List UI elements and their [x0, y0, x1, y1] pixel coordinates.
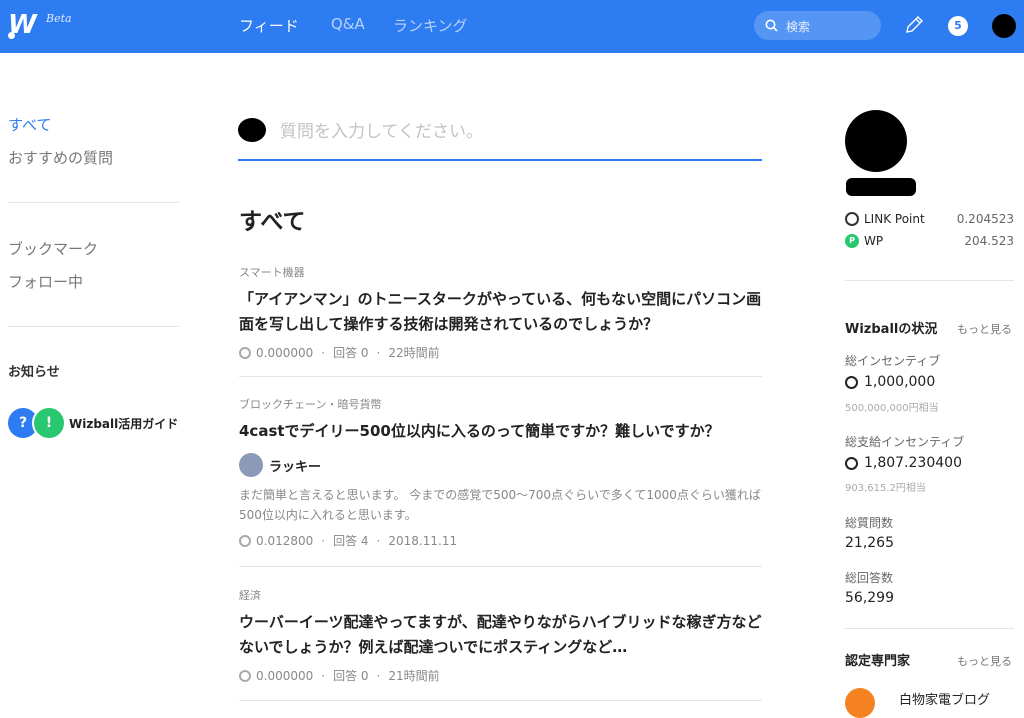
answers-value: 56,299 [845, 590, 894, 606]
coin-icon [845, 456, 858, 470]
list-item[interactable]: ブロックチェーン・暗号貨幣 4castでデイリー500位以内に入るのって簡単です… [239, 396, 762, 549]
answers-label: 総回答数 [845, 571, 894, 585]
nav-feed[interactable]: フィード [239, 15, 299, 36]
coin-icon [239, 669, 251, 682]
incentive-amount: 1,000,000 [864, 374, 936, 390]
post-title[interactable]: 4castでデイリー500位以内に入るのって簡単ですか？難しいですか？ [239, 419, 762, 444]
status-heading: Wizballの状況 [845, 322, 938, 337]
questions-value: 21,265 [845, 535, 894, 551]
post-time: 21時間前 [388, 669, 440, 683]
post-meta: 0.012800 · 回答 4 · 2018.11.11 [239, 532, 762, 549]
post-title[interactable]: ウーバーイーツ配達やってますが、配達やりながらハイブリッドな稼ぎ方などないでしょ… [239, 610, 762, 660]
right-divider [845, 280, 1014, 281]
sidebar-item-following[interactable]: フォロー中 [8, 271, 83, 292]
post-answers: 回答 0 [333, 669, 369, 683]
notice-heading: お知らせ [8, 365, 60, 380]
coin-icon [845, 375, 858, 389]
post-divider [239, 376, 762, 377]
wp-icon: P [845, 234, 859, 248]
coin-icon [239, 346, 251, 359]
sidebar-item-recommended[interactable]: おすすめの質問 [8, 147, 113, 168]
incentive-value: 1,000,000 [845, 374, 935, 390]
sidebar-item-all[interactable]: すべて [8, 114, 51, 135]
status-more-link[interactable]: もっと見る [957, 321, 1012, 337]
post-category[interactable]: 経済 [239, 587, 762, 603]
meta-separator: · [376, 533, 381, 548]
pencil-icon[interactable] [903, 14, 925, 36]
post-points: 0.012800 [256, 533, 314, 548]
wizball-logo[interactable]: W Beta [8, 10, 72, 40]
post-title[interactable]: 「アイアンマン」のトニースタークがやっている、何もない空間にパソコン画面を写し出… [239, 287, 762, 337]
question-box[interactable] [238, 112, 762, 161]
post-category[interactable]: ブロックチェーン・暗号貨幣 [239, 396, 762, 412]
post-time: 22時間前 [388, 346, 440, 360]
author-name: ラッキー [269, 459, 322, 475]
post-points: 0.000000 [256, 345, 314, 360]
search-box[interactable] [754, 11, 881, 40]
incentive-label: 総インセンティブ [845, 354, 941, 368]
incentive-sub: 500,000,000円相当 [845, 403, 939, 414]
questions-label: 総質問数 [845, 516, 894, 530]
logo-beta: Beta [46, 12, 72, 25]
meta-separator: · [321, 533, 326, 548]
paid-amount: 1,807.230400 [864, 455, 962, 471]
meta-separator: · [376, 668, 381, 683]
profile-name-redacted [846, 178, 916, 196]
post-divider [239, 700, 762, 701]
wp-label: WP [864, 234, 884, 248]
coin-icon [845, 212, 859, 226]
nav-ranking[interactable]: ランキング [393, 15, 468, 36]
user-avatar [238, 118, 266, 142]
expert-name[interactable]: 白物家電ブログ [899, 689, 990, 708]
link-point-value: 0.204523 [956, 212, 1014, 226]
exclamation-icon: ! [32, 406, 66, 440]
right-divider [845, 628, 1014, 629]
post-time: 2018.11.11 [388, 533, 458, 548]
nav-qa[interactable]: Q&A [331, 15, 365, 33]
post-category[interactable]: スマート機器 [239, 264, 762, 280]
post-answers: 回答 4 [333, 534, 369, 548]
top-bar: W Beta フィード Q&A ランキング 5 [0, 0, 1024, 53]
expert-avatar[interactable] [845, 688, 875, 718]
post-meta: 0.000000 · 回答 0 · 22時間前 [239, 344, 762, 361]
link-point-label: LINK Point [864, 212, 925, 226]
paid-sub: 903,615.2円相当 [845, 483, 926, 494]
experts-more-link[interactable]: もっと見る [957, 653, 1012, 669]
post-meta: 0.000000 · 回答 0 · 21時間前 [239, 667, 762, 684]
post-divider [239, 566, 762, 567]
meta-separator: · [376, 345, 381, 360]
paid-label: 総支給インセンティブ [845, 435, 965, 449]
user-avatar[interactable] [992, 14, 1016, 38]
sidebar-divider [8, 326, 179, 327]
list-item[interactable]: スマート機器 「アイアンマン」のトニースタークがやっている、何もない空間にパソコ… [239, 264, 762, 361]
profile-avatar[interactable] [845, 110, 907, 172]
question-input[interactable] [278, 118, 752, 146]
post-points: 0.000000 [256, 668, 314, 683]
meta-separator: · [321, 668, 326, 683]
sidebar-divider [8, 202, 179, 203]
post-answers: 回答 0 [333, 346, 369, 360]
guide-label: Wizball活用ガイド [69, 417, 179, 431]
answer-author[interactable]: ラッキー [239, 453, 762, 477]
wp-row: P WP 204.523 [845, 234, 1014, 250]
link-point-row: LINK Point 0.204523 [845, 212, 1014, 228]
sidebar-item-bookmarks[interactable]: ブックマーク [8, 238, 98, 259]
experts-heading: 認定専門家 [845, 654, 911, 669]
search-input[interactable] [784, 17, 878, 36]
search-icon [765, 19, 778, 32]
page-title: すべて [239, 209, 306, 235]
author-avatar [239, 453, 263, 477]
wp-value: 204.523 [964, 234, 1014, 248]
logo-dot [8, 32, 15, 39]
answer-excerpt[interactable]: まだ簡単と言えると思います。 今までの感覚で500〜700点ぐらいで多くて100… [239, 485, 762, 525]
meta-separator: · [321, 345, 326, 360]
notification-badge[interactable]: 5 [948, 16, 968, 36]
coin-icon [239, 534, 251, 547]
list-item[interactable]: 経済 ウーバーイーツ配達やってますが、配達やりながらハイブリッドな稼ぎ方などない… [239, 587, 762, 684]
paid-value: 1,807.230400 [845, 455, 962, 471]
